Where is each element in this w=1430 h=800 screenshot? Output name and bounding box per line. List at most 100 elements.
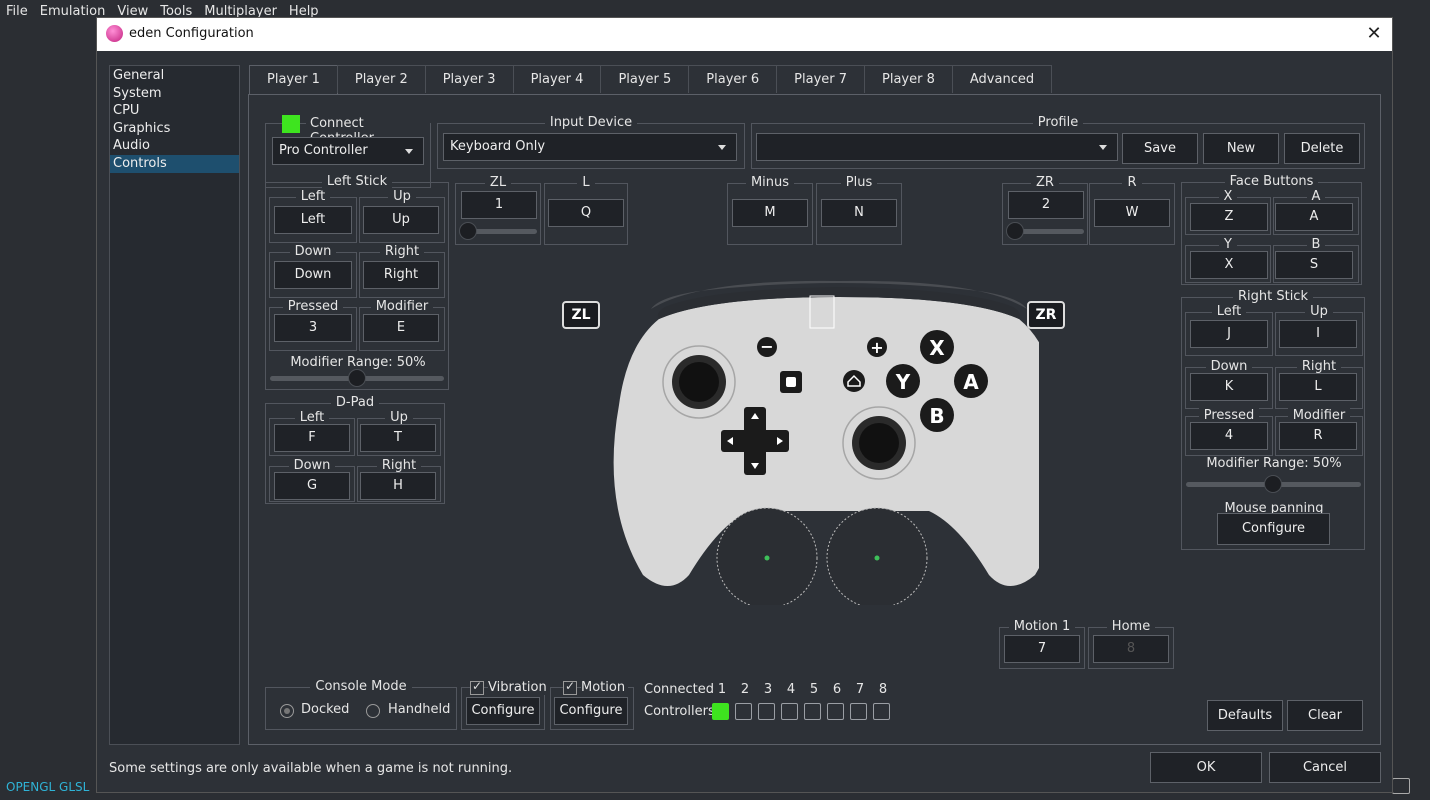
- right-stick-up-button[interactable]: I: [1279, 320, 1357, 348]
- console-mode-group: Console Mode Docked Handheld: [265, 679, 457, 730]
- zr-threshold-handle[interactable]: [1006, 222, 1024, 240]
- zl-threshold-handle[interactable]: [459, 222, 477, 240]
- right-stick-up-label: Up: [1305, 304, 1333, 319]
- controller-slot-7[interactable]: [850, 703, 867, 720]
- zr-button[interactable]: 2: [1008, 191, 1084, 219]
- profile-save-button[interactable]: Save: [1122, 133, 1198, 164]
- left-stick-up-button[interactable]: Up: [363, 206, 439, 234]
- l-group: L Q: [544, 175, 628, 245]
- dpad-left-button[interactable]: F: [274, 424, 350, 452]
- defaults-button[interactable]: Defaults: [1207, 700, 1283, 731]
- controller-slot-6[interactable]: [827, 703, 844, 720]
- profile-select[interactable]: [756, 133, 1118, 161]
- connected-label: Connected: [644, 682, 715, 697]
- zl-button[interactable]: 1: [461, 191, 537, 219]
- menu-file[interactable]: File: [6, 4, 28, 19]
- handheld-radio[interactable]: [366, 704, 380, 718]
- docked-radio[interactable]: [280, 704, 294, 718]
- tab-player-8[interactable]: Player 8: [864, 65, 953, 93]
- face-buttons-group: Face Buttons X Z A A Y X B S: [1181, 174, 1362, 285]
- dpad-left-label: Left: [294, 410, 330, 425]
- plus-button[interactable]: N: [821, 199, 897, 227]
- face-x-button[interactable]: Z: [1190, 203, 1268, 231]
- left-stick-modifier-button[interactable]: E: [363, 314, 439, 342]
- profile-group: Profile Save New Delete: [751, 115, 1365, 169]
- clear-button[interactable]: Clear: [1287, 700, 1363, 731]
- left-stick-range-handle[interactable]: [348, 369, 366, 387]
- cancel-button[interactable]: Cancel: [1269, 752, 1381, 783]
- l-title: L: [577, 175, 595, 190]
- r-button[interactable]: W: [1094, 199, 1170, 227]
- status-message: Some settings are only available when a …: [109, 761, 513, 776]
- face-y-button[interactable]: X: [1190, 251, 1268, 279]
- tab-player-6[interactable]: Player 6: [688, 65, 778, 93]
- dialog-titlebar: eden Configuration ✕: [97, 18, 1392, 51]
- profile-new-button[interactable]: New: [1203, 133, 1279, 164]
- minus-button[interactable]: M: [732, 199, 808, 227]
- left-stick-pressed-button[interactable]: 3: [274, 314, 352, 342]
- profile-delete-button[interactable]: Delete: [1284, 133, 1360, 164]
- motion-checkbox[interactable]: [563, 679, 577, 695]
- mouse-panning-configure-button[interactable]: Configure: [1217, 513, 1330, 545]
- tab-player-2[interactable]: Player 2: [336, 65, 426, 93]
- left-stick-range-label: Modifier Range: 50%: [290, 355, 426, 370]
- l-button[interactable]: Q: [548, 199, 624, 227]
- left-stick-up-label: Up: [388, 189, 416, 204]
- sidebar-item-general[interactable]: General: [110, 67, 239, 85]
- dpad-down-label: Down: [288, 458, 336, 473]
- ok-button[interactable]: OK: [1150, 752, 1262, 783]
- home-group: Home 8: [1088, 619, 1174, 669]
- renderer-status[interactable]: OPENGL GLSL: [6, 780, 89, 794]
- tab-player-5[interactable]: Player 5: [600, 65, 690, 93]
- left-stick-down-button[interactable]: Down: [274, 261, 352, 289]
- motion1-button[interactable]: 7: [1004, 635, 1080, 663]
- left-stick-left-button[interactable]: Left: [274, 206, 352, 234]
- face-b-button[interactable]: S: [1275, 251, 1353, 279]
- right-stick-pressed-button[interactable]: 4: [1190, 422, 1268, 450]
- controller-type-select[interactable]: Pro Controller: [272, 137, 424, 165]
- dpad-right-button[interactable]: H: [360, 472, 436, 500]
- left-stick-position-dot: [764, 555, 770, 561]
- dpad-title: D-Pad: [330, 395, 380, 410]
- tab-player-3[interactable]: Player 3: [424, 65, 514, 93]
- tab-advanced[interactable]: Advanced: [951, 65, 1053, 93]
- sidebar-item-controls[interactable]: Controls: [110, 154, 239, 173]
- tab-player-1[interactable]: Player 1: [249, 65, 338, 95]
- right-stick-right-button[interactable]: L: [1279, 373, 1357, 401]
- zl-group: ZL 1: [455, 175, 541, 245]
- window-mode-icon[interactable]: [1392, 778, 1410, 794]
- controller-slot-2[interactable]: [735, 703, 752, 720]
- close-button[interactable]: ✕: [1359, 21, 1389, 47]
- right-stick-range-handle[interactable]: [1264, 475, 1282, 493]
- controller-slot-1[interactable]: [712, 703, 729, 720]
- controller-body: [613, 297, 1039, 586]
- right-stick-down-button[interactable]: K: [1190, 373, 1268, 401]
- sidebar-item-audio[interactable]: Audio: [110, 137, 239, 155]
- dpad-down-button[interactable]: G: [274, 472, 350, 500]
- right-stick-down-label: Down: [1205, 359, 1253, 374]
- vibration-configure-button[interactable]: Configure: [466, 697, 540, 725]
- slot-number-4: 4: [786, 682, 796, 697]
- minus-group: Minus M: [727, 175, 813, 245]
- controller-slot-3[interactable]: [758, 703, 775, 720]
- controller-slot-5[interactable]: [804, 703, 821, 720]
- controller-slot-8[interactable]: [873, 703, 890, 720]
- settings-sidebar: General System CPU Graphics Audio Contro…: [109, 65, 240, 745]
- vibration-checkbox[interactable]: [470, 679, 484, 695]
- input-device-select[interactable]: Keyboard Only: [443, 133, 737, 161]
- controller-slot-4[interactable]: [781, 703, 798, 720]
- right-stick-modifier-button[interactable]: R: [1279, 422, 1357, 450]
- dpad-up-button[interactable]: T: [360, 424, 436, 452]
- connect-controller-checkbox[interactable]: [282, 115, 300, 133]
- sidebar-item-system[interactable]: System: [110, 85, 239, 103]
- tab-player-7[interactable]: Player 7: [776, 65, 866, 93]
- motion-configure-button[interactable]: Configure: [554, 697, 628, 725]
- sidebar-item-graphics[interactable]: Graphics: [110, 120, 239, 138]
- face-a-button[interactable]: A: [1275, 203, 1353, 231]
- home-button-icon[interactable]: [843, 370, 865, 392]
- chevron-down-icon: [405, 149, 413, 154]
- tab-player-4[interactable]: Player 4: [512, 65, 602, 93]
- sidebar-item-cpu[interactable]: CPU: [110, 102, 239, 120]
- right-stick-left-button[interactable]: J: [1190, 320, 1268, 348]
- left-stick-right-button[interactable]: Right: [363, 261, 439, 289]
